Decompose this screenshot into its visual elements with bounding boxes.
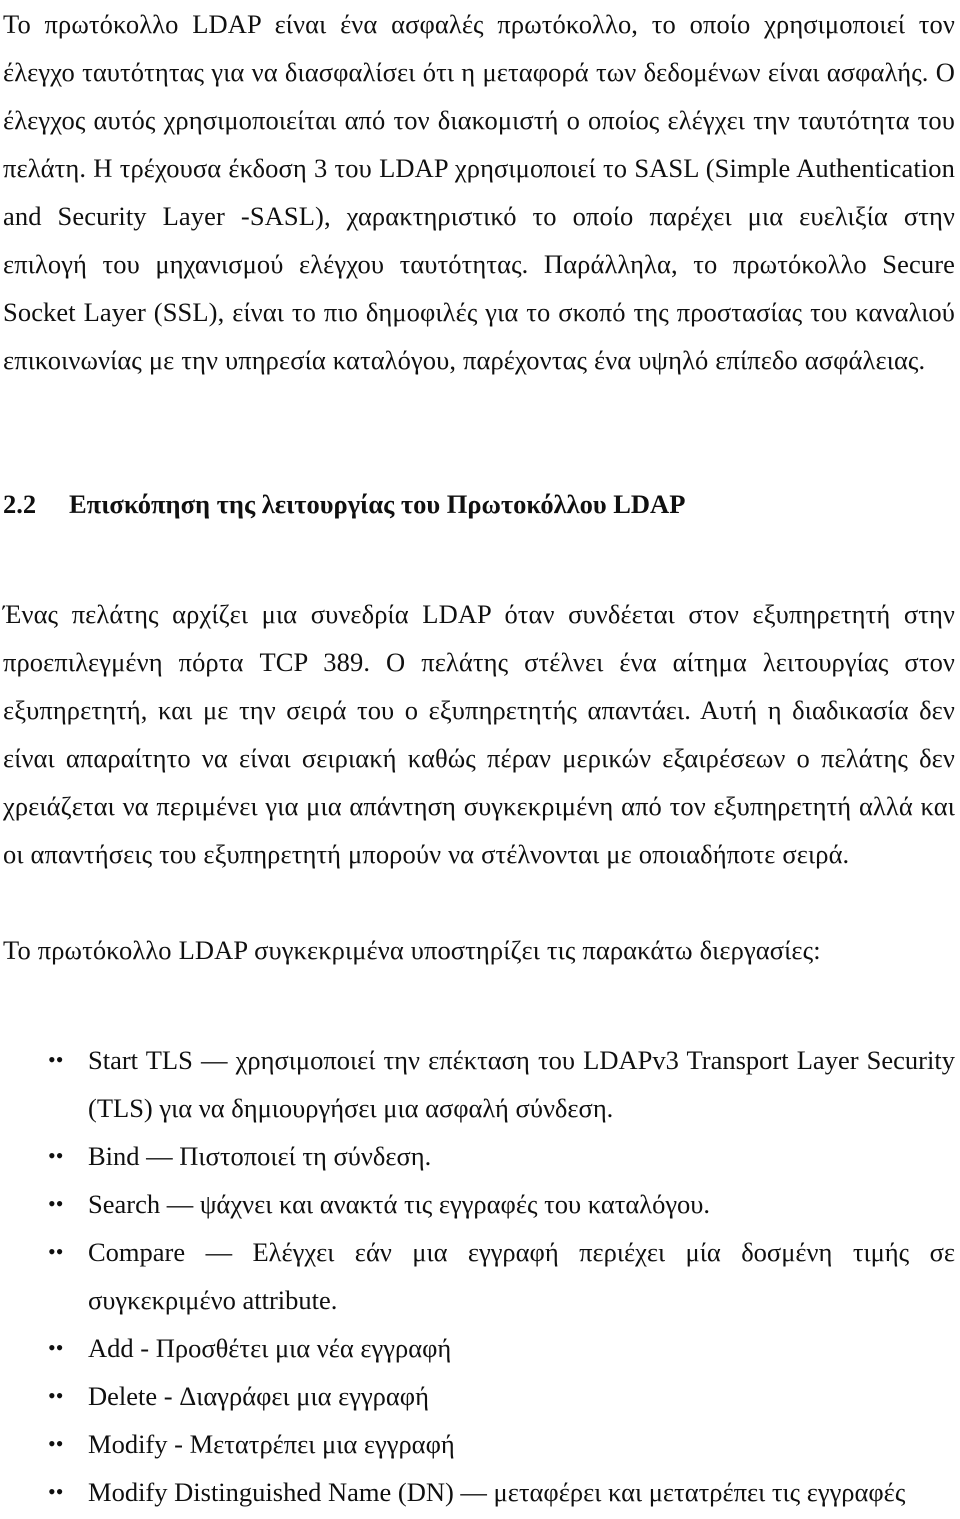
list-item-label: Compare — Ελέγχει εάν μια εγγραφή περιέχ… [88, 1237, 955, 1315]
document-page: Το πρωτόκολλο LDAP είναι ένα ασφαλές πρω… [0, 0, 960, 1519]
list-item-label: Bind — Πιστοποιεί τη σύνδεση. [88, 1141, 432, 1171]
list-item-label: Delete - Διαγράφει μια εγγραφή [88, 1381, 429, 1411]
paragraph-ldap-security-intro: Το πρωτόκολλο LDAP είναι ένα ασφαλές πρω… [3, 9, 955, 375]
list-item-label: Add - Προσθέτει μια νέα εγγραφή [88, 1333, 452, 1363]
list-item-compare: • Compare — Ελέγχει εάν μια εγγραφή περι… [3, 1228, 955, 1324]
list-item-delete: • Delete - Διαγράφει μια εγγραφή [3, 1372, 955, 1420]
paragraph-spacer-2 [3, 878, 955, 926]
list-item-label: Search — ψάχνει και ανακτά τις εγγραφές … [88, 1189, 711, 1219]
heading-spacer [3, 528, 955, 590]
list-item-start-tls: • Start TLS — χρησιμοποιεί την επέκταση … [3, 1036, 955, 1132]
bullet-icon: • [48, 1132, 64, 1180]
list-item-search: • Search — ψάχνει και ανακτά τις εγγραφέ… [3, 1180, 955, 1228]
paragraph-operations-intro: Το πρωτόκολλο LDAP συγκεκριμένα υποστηρί… [3, 935, 821, 965]
list-item-modify-dn: • Modify Distinguished Name (DN) — μεταφ… [3, 1468, 955, 1516]
bullet-icon: • [48, 1324, 64, 1372]
page-content: Το πρωτόκολλο LDAP είναι ένα ασφαλές πρω… [3, 0, 955, 1516]
bullet-icon: • [48, 1180, 64, 1228]
list-item-add: • Add - Προσθέτει μια νέα εγγραφή [3, 1324, 955, 1372]
list-item-modify: • Modify - Μετατρέπει μια εγγραφή [3, 1420, 955, 1468]
paragraph-spacer-1 [3, 384, 955, 480]
bullet-icon: • [48, 1036, 64, 1084]
list-item-bind: • Bind — Πιστοποιεί τη σύνδεση. [3, 1132, 955, 1180]
section-heading-2-2: 2.2 Επισκόπηση της λειτουργίας του Πρωτοκ… [3, 480, 955, 528]
bullet-icon: • [48, 1228, 64, 1276]
list-item-label: Modify Distinguished Name (DN) — μεταφέρ… [88, 1477, 906, 1507]
ldap-operations-list: • Start TLS — χρησιμοποιεί την επέκταση … [3, 1036, 955, 1516]
bullet-icon: • [48, 1420, 64, 1468]
list-item-label: Start TLS — χρησιμοποιεί την επέκταση το… [88, 1045, 955, 1123]
bullet-icon: • [48, 1468, 64, 1516]
bullet-icon: • [48, 1372, 64, 1420]
section-heading-title: Επισκόπηση της λειτουργίας του Πρωτοκόλλ… [69, 489, 686, 519]
list-item-label: Modify - Μετατρέπει μια εγγραφή [88, 1429, 455, 1459]
paragraph-ldap-session-overview: Ένας πελάτης αρχίζει μια συνεδρία LDAP ό… [3, 599, 955, 869]
section-heading-number: 2.2 [3, 489, 37, 519]
